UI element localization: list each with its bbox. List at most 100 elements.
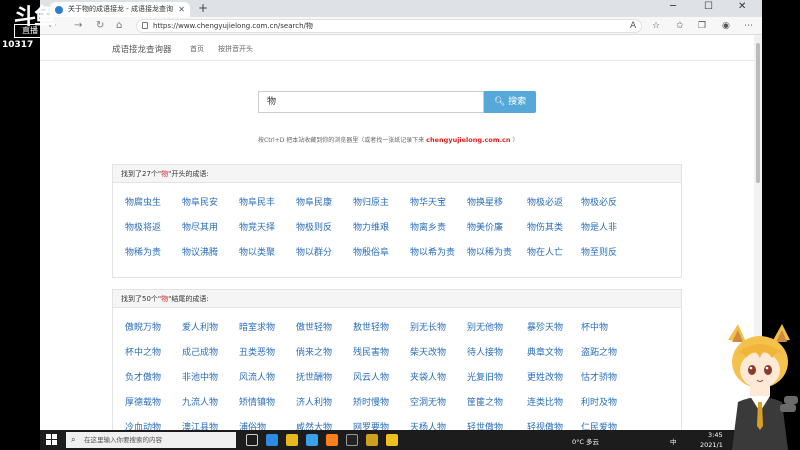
idiom-link[interactable]: 物极必返 xyxy=(527,195,563,208)
idiom-link[interactable]: 物极必反 xyxy=(581,195,617,208)
idiom-link[interactable]: 物在人亡 xyxy=(527,245,563,258)
idiom-link[interactable]: 暴殄天物 xyxy=(527,320,563,333)
idiom-link[interactable]: 丑类恶物 xyxy=(239,345,275,358)
idiom-link[interactable]: 物殷俗阜 xyxy=(353,245,389,258)
forward-icon[interactable]: → xyxy=(74,20,82,32)
idiom-link[interactable]: 物至则反 xyxy=(581,245,617,258)
idiom-link[interactable]: 物稀为贵 xyxy=(125,245,161,258)
idiom-link[interactable]: 柴天改物 xyxy=(410,345,446,358)
maximize-icon[interactable]: ☐ xyxy=(704,1,713,12)
idiom-link[interactable]: 非池中物 xyxy=(182,370,218,383)
ime-indicator[interactable]: 中 xyxy=(670,436,677,446)
idiom-link[interactable]: 残民害物 xyxy=(353,345,389,358)
idiom-link[interactable]: 网罗要物 xyxy=(353,420,389,430)
idiom-link[interactable]: 物力维艰 xyxy=(353,220,389,233)
nav-home-link[interactable]: 首页 xyxy=(190,44,204,54)
idiom-link[interactable]: 别无长物 xyxy=(410,320,446,333)
idiom-link[interactable]: 成己成物 xyxy=(182,345,218,358)
idiom-link[interactable]: 风流人物 xyxy=(239,370,275,383)
idiom-link[interactable]: 连类比物 xyxy=(527,395,563,408)
weather-text[interactable]: 0°C 多云 xyxy=(572,436,599,446)
profile-avatar-icon[interactable]: ◉ xyxy=(722,20,730,32)
idiom-link[interactable]: 利时及物 xyxy=(581,395,617,408)
idiom-link[interactable]: 物腐虫生 xyxy=(125,195,161,208)
idiom-link[interactable]: 敖世轻物 xyxy=(353,320,389,333)
search-input[interactable]: 物 xyxy=(258,91,484,113)
taskbar-search-box[interactable]: ⌕ 在这里输入你要搜索的内容 xyxy=(66,432,236,448)
read-aloud-icon[interactable]: A xyxy=(630,20,636,32)
idiom-link[interactable]: 轻视傲物 xyxy=(527,420,563,430)
windows-start-icon[interactable] xyxy=(46,434,58,446)
app-icon-folder[interactable] xyxy=(386,434,398,446)
idiom-link[interactable]: 傲世轻物 xyxy=(296,320,332,333)
idiom-link[interactable]: 轻世傲物 xyxy=(467,420,503,430)
idiom-link[interactable]: 物阜民丰 xyxy=(239,195,275,208)
store-icon[interactable] xyxy=(306,434,318,446)
idiom-link[interactable]: 矫时慢物 xyxy=(353,395,389,408)
idiom-link[interactable]: 物换星移 xyxy=(467,195,503,208)
minimize-icon[interactable]: ─ xyxy=(670,1,676,12)
idiom-link[interactable]: 空洞无物 xyxy=(410,395,446,408)
idiom-link[interactable]: 傲睨万物 xyxy=(125,320,161,333)
idiom-link[interactable]: 爱人利物 xyxy=(182,320,218,333)
obs-icon[interactable] xyxy=(346,434,358,446)
idiom-link[interactable]: 筐篚之物 xyxy=(467,395,503,408)
idiom-link[interactable]: 冷血动物 xyxy=(125,420,161,430)
idiom-link[interactable]: 物伤其类 xyxy=(527,220,563,233)
scroll-thumb[interactable] xyxy=(756,43,760,183)
idiom-link[interactable]: 光复旧物 xyxy=(467,370,503,383)
more-menu-icon[interactable]: ⋯ xyxy=(744,20,753,32)
idiom-link[interactable]: 厚德载物 xyxy=(125,395,161,408)
url-field[interactable]: https://www.chengyujielong.com.cn/search… xyxy=(136,19,642,33)
idiom-link[interactable]: 天杨人物 xyxy=(410,420,446,430)
app-icon-yellow[interactable] xyxy=(366,434,378,446)
idiom-link[interactable]: 更姓改物 xyxy=(527,370,563,383)
favorite-star-icon[interactable]: ☆ xyxy=(652,20,660,32)
idiom-link[interactable]: 暗室求物 xyxy=(239,320,275,333)
idiom-link[interactable]: 浦俗物 xyxy=(239,420,266,430)
close-window-icon[interactable]: ✕ xyxy=(738,1,746,12)
idiom-link[interactable]: 物阜民安 xyxy=(182,195,218,208)
idiom-link[interactable]: 矫情镇物 xyxy=(239,395,275,408)
idiom-link[interactable]: 杯中物 xyxy=(581,320,608,333)
idiom-link[interactable]: 仁民爱物 xyxy=(581,420,617,430)
idiom-link[interactable]: 物阜民康 xyxy=(296,195,332,208)
idiom-link[interactable]: 物以类聚 xyxy=(239,245,275,258)
nav-pinyin-link[interactable]: 按拼音开头 xyxy=(218,44,253,54)
idiom-link[interactable]: 物以群分 xyxy=(296,245,332,258)
idiom-link[interactable]: 物极则反 xyxy=(296,220,332,233)
idiom-link[interactable]: 九流人物 xyxy=(182,395,218,408)
task-view-icon[interactable] xyxy=(246,434,258,446)
idiom-link[interactable]: 物极将返 xyxy=(125,220,161,233)
browser-tab[interactable]: 关于物的成语接龙 - 成语接龙查询 ✕ xyxy=(50,2,190,17)
edge-browser-icon[interactable] xyxy=(266,434,278,446)
idiom-link[interactable]: 物议沸腾 xyxy=(182,245,218,258)
home-icon[interactable]: ⌂ xyxy=(116,20,122,32)
idiom-link[interactable]: 物华天宝 xyxy=(410,195,446,208)
idiom-link[interactable]: 杯中之物 xyxy=(125,345,161,358)
idiom-link[interactable]: 物竞天择 xyxy=(239,220,275,233)
idiom-link[interactable]: 盗跖之物 xyxy=(581,345,617,358)
close-tab-icon[interactable]: ✕ xyxy=(178,2,185,17)
idiom-link[interactable]: 物美价廉 xyxy=(467,220,503,233)
refresh-icon[interactable]: ↻ xyxy=(96,20,104,32)
idiom-link[interactable]: 咸然大物 xyxy=(296,420,332,430)
site-logo[interactable]: 成语接龙查询器 xyxy=(112,43,172,55)
idiom-link[interactable]: 待人接物 xyxy=(467,345,503,358)
idiom-link[interactable]: 别无他物 xyxy=(467,320,503,333)
idiom-link[interactable]: 倘来之物 xyxy=(296,345,332,358)
favorites-icon[interactable]: ✩ xyxy=(676,20,684,32)
idiom-link[interactable]: 澳江县物 xyxy=(182,420,218,430)
idiom-link[interactable]: 物是人非 xyxy=(581,220,617,233)
idiom-link[interactable]: 怙才骄物 xyxy=(581,370,617,383)
app-icon-orange[interactable] xyxy=(326,434,338,446)
file-explorer-icon[interactable] xyxy=(286,434,298,446)
idiom-link[interactable]: 物离乡贵 xyxy=(410,220,446,233)
idiom-link[interactable]: 物以希为贵 xyxy=(410,245,455,258)
collections-icon[interactable]: ❐ xyxy=(698,20,706,32)
new-tab-icon[interactable]: + xyxy=(198,1,208,16)
idiom-link[interactable]: 物以稀为贵 xyxy=(467,245,512,258)
idiom-link[interactable]: 典章文物 xyxy=(527,345,563,358)
search-button[interactable]: 🔍︎ 搜索 xyxy=(484,91,536,113)
idiom-link[interactable]: 风云人物 xyxy=(353,370,389,383)
